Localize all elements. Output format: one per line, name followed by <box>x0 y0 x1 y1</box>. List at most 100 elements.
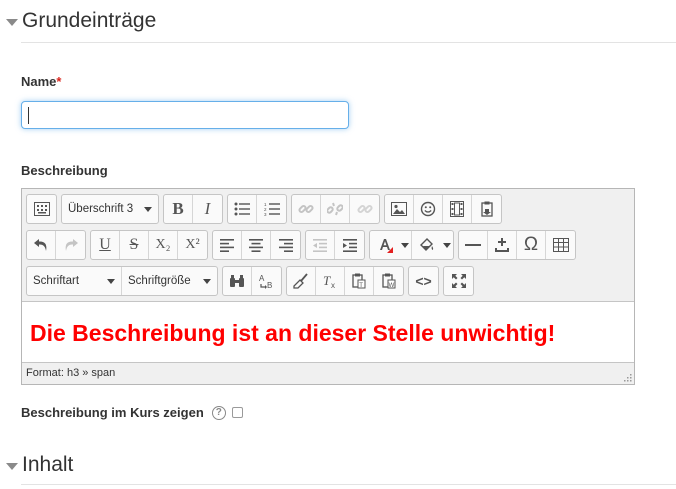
horizontal-rule-button[interactable] <box>459 231 488 259</box>
smiley-icon <box>420 201 436 217</box>
anchor-link-icon <box>356 204 373 214</box>
paste-word-button[interactable]: W <box>374 267 403 295</box>
numbered-list-button[interactable]: 123 <box>257 195 286 223</box>
font-family-select[interactable]: Schriftart <box>27 267 122 295</box>
align-center-icon <box>249 238 263 252</box>
strikethrough-button[interactable]: S <box>120 231 149 259</box>
tidy-button[interactable] <box>287 267 316 295</box>
outdent-button[interactable] <box>306 231 335 259</box>
toolbar-group-fullscreen <box>443 266 474 296</box>
clear-formatting-button[interactable]: Tx <box>316 267 345 295</box>
collapse-triangle-icon[interactable] <box>6 462 18 470</box>
nonbreaking-space-button[interactable] <box>488 231 517 259</box>
section-content-title[interactable]: Inhalt <box>22 453 73 477</box>
background-color-button[interactable] <box>412 231 441 259</box>
toolbar-row-1: Überschrift 3 B I 123 <box>26 194 506 224</box>
section-general-title[interactable]: Grundeinträge <box>22 9 156 33</box>
special-character-button[interactable]: Ω <box>517 231 546 259</box>
background-color-dropdown[interactable] <box>441 231 453 259</box>
paste-text-icon: T <box>352 273 366 289</box>
find-button[interactable] <box>223 267 252 295</box>
editor-content-area[interactable]: Die Beschreibung ist an dieser Stelle un… <box>22 301 634 363</box>
font-size-value: Schriftgröße <box>128 275 191 287</box>
align-left-icon <box>220 238 234 252</box>
horizontal-rule-icon <box>465 244 481 246</box>
table-icon <box>552 238 569 252</box>
chevron-down-icon <box>203 278 211 284</box>
name-label-text: Name <box>21 74 57 89</box>
html-source-button[interactable]: <> <box>409 267 438 295</box>
indent-icon <box>342 238 357 252</box>
insert-media-button[interactable] <box>443 195 472 223</box>
unlink-button[interactable] <box>321 195 350 223</box>
align-right-button[interactable] <box>271 231 300 259</box>
link-button[interactable] <box>292 195 321 223</box>
binoculars-icon <box>230 275 244 287</box>
text-color-dropdown[interactable] <box>399 231 412 259</box>
align-left-button[interactable] <box>213 231 242 259</box>
text-color-button[interactable] <box>370 231 399 259</box>
fullscreen-button[interactable] <box>444 267 473 295</box>
chevron-down-icon <box>144 206 152 212</box>
paste-text-button[interactable]: T <box>345 267 374 295</box>
subscript-button[interactable]: X₂ <box>149 231 178 259</box>
replace-icon: AB <box>259 274 272 289</box>
image-icon <box>391 202 407 216</box>
toolbar-group-style: B I <box>163 194 223 224</box>
help-icon[interactable]: ? <box>211 405 226 420</box>
section-divider <box>21 484 676 485</box>
indent-button[interactable] <box>335 231 364 259</box>
svg-text:A: A <box>259 274 265 283</box>
show-description-checkbox[interactable] <box>231 407 243 418</box>
toolbar-group-lists: 123 <box>227 194 287 224</box>
section-general-header[interactable]: Grundeinträge <box>6 9 156 33</box>
insert-table-button[interactable] <box>546 231 575 259</box>
bullet-list-icon <box>234 202 250 216</box>
chevron-down-icon <box>401 242 409 248</box>
superscript-button[interactable]: X² <box>178 231 207 259</box>
toolbar-group-toggle <box>26 194 57 224</box>
undo-button[interactable] <box>27 231 56 259</box>
bold-button[interactable]: B <box>164 195 193 223</box>
toolbar-toggle-button[interactable] <box>27 195 56 223</box>
insert-image-button[interactable] <box>385 195 414 223</box>
chevron-down-icon <box>107 278 115 284</box>
svg-text:x: x <box>331 281 335 289</box>
show-description-label: Beschreibung im Kurs zeigen <box>21 405 204 420</box>
svg-text:W: W <box>388 283 394 289</box>
redo-button[interactable] <box>56 231 85 259</box>
redo-icon <box>65 239 78 251</box>
heading-format-select[interactable]: Überschrift 3 <box>62 195 158 223</box>
film-icon <box>450 201 464 217</box>
toolbar-group-align <box>212 230 301 260</box>
name-label: Name* <box>21 74 61 89</box>
rich-text-editor: Überschrift 3 B I 123 U S X₂ X² Ω Schrif… <box>21 188 635 385</box>
anchor-button[interactable] <box>350 195 379 223</box>
svg-text:T: T <box>323 273 331 288</box>
insert-emoticon-button[interactable] <box>414 195 443 223</box>
svg-text:3: 3 <box>264 212 267 216</box>
heading-format-value: Überschrift 3 <box>68 203 134 215</box>
bullet-list-button[interactable] <box>228 195 257 223</box>
unlink-icon <box>327 202 343 216</box>
toolbar-group-clean: Tx T W <box>286 266 404 296</box>
name-input[interactable] <box>21 101 349 129</box>
collapse-triangle-icon[interactable] <box>6 18 18 26</box>
section-content-header[interactable]: Inhalt <box>6 453 73 477</box>
editor-content-heading: Die Beschreibung ist an dieser Stelle un… <box>30 320 556 346</box>
resize-handle-icon[interactable] <box>622 372 632 382</box>
manage-files-button[interactable] <box>472 195 501 223</box>
underline-button[interactable]: U <box>91 231 120 259</box>
link-icon <box>298 204 314 214</box>
align-right-icon <box>278 238 293 252</box>
undo-icon <box>34 239 47 251</box>
find-replace-button[interactable]: AB <box>252 267 281 295</box>
italic-button[interactable]: I <box>193 195 222 223</box>
font-size-select[interactable]: Schriftgröße <box>122 267 217 295</box>
svg-text:T: T <box>359 283 363 289</box>
toolbar-group-media <box>384 194 502 224</box>
align-center-button[interactable] <box>242 231 271 259</box>
toolbar-group-colors <box>369 230 454 260</box>
toolbar-row-3: Schriftart Schriftgröße AB Tx T W <> <box>26 266 478 296</box>
editor-status-path: Format: h3 » span <box>26 367 116 379</box>
